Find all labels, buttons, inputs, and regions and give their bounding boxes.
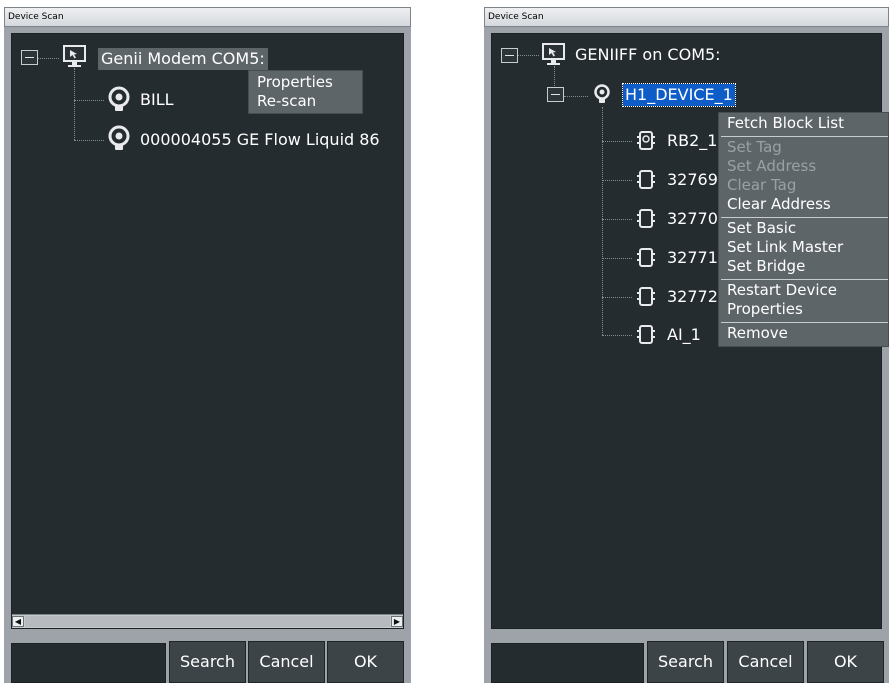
action-bar: Search Cancel OK bbox=[491, 635, 884, 683]
device-bulb-icon bbox=[594, 84, 610, 103]
tree-line bbox=[602, 335, 632, 336]
tree-item-block[interactable]: 32769 bbox=[667, 169, 718, 191]
tree-line bbox=[602, 297, 632, 298]
tree-item-selected-device[interactable]: H1_DEVICE_1 bbox=[622, 83, 736, 107]
menu-item-fetch-block-list[interactable]: Fetch Block List bbox=[719, 114, 888, 133]
menu-item-set-tag: Set Tag bbox=[727, 138, 782, 156]
collapse-toggle[interactable] bbox=[21, 50, 38, 65]
block-icon bbox=[637, 170, 655, 189]
menu-item-properties[interactable]: Properties bbox=[719, 300, 888, 319]
menu-item-properties[interactable]: Properties bbox=[249, 73, 362, 92]
context-menu: Fetch Block List Set Tag Set Address Cle… bbox=[718, 112, 889, 347]
tree-item-block[interactable]: RB2_1 bbox=[667, 130, 717, 152]
tree-line bbox=[602, 258, 632, 259]
cancel-button[interactable]: Cancel bbox=[248, 641, 325, 683]
tree-line bbox=[74, 140, 104, 141]
menu-item-remove[interactable]: Remove bbox=[719, 324, 888, 343]
block-icon bbox=[637, 131, 655, 150]
tree-line bbox=[602, 180, 632, 181]
block-icon bbox=[637, 325, 655, 344]
menu-item-set-link-master[interactable]: Set Link Master bbox=[719, 238, 888, 257]
device-bulb-icon bbox=[108, 86, 130, 111]
device-scan-window-right: Device Scan GENIIFF on COM5: H1_DEVICE_1 bbox=[484, 7, 889, 683]
tree-line bbox=[517, 55, 539, 56]
search-input[interactable] bbox=[491, 643, 644, 683]
tree-line bbox=[602, 219, 632, 220]
menu-item-set-address: Set Address bbox=[727, 157, 817, 175]
search-button[interactable]: Search bbox=[169, 641, 246, 683]
menu-item-set-bridge[interactable]: Set Bridge bbox=[719, 257, 888, 276]
menu-separator bbox=[721, 217, 888, 218]
monitor-icon bbox=[63, 45, 86, 67]
tree-line bbox=[74, 68, 75, 140]
tree-item-block[interactable]: AI_1 bbox=[667, 324, 701, 346]
window-title: Device Scan bbox=[4, 7, 411, 27]
window-title: Device Scan bbox=[484, 7, 889, 27]
tree-item-device[interactable]: BILL bbox=[140, 89, 174, 111]
search-button[interactable]: Search bbox=[647, 641, 724, 683]
device-bulb-icon bbox=[108, 125, 130, 150]
tree-root-label[interactable]: Genii Modem COM5: bbox=[98, 48, 268, 70]
tree-line bbox=[602, 141, 632, 142]
tree-item-block[interactable]: 32772 bbox=[667, 286, 718, 308]
menu-separator bbox=[721, 279, 888, 280]
context-menu: Properties Re-scan bbox=[248, 70, 363, 114]
scroll-left-icon[interactable]: ◀ bbox=[12, 616, 24, 627]
block-icon bbox=[637, 209, 655, 228]
ok-button[interactable]: OK bbox=[807, 641, 884, 683]
menu-item-restart-device[interactable]: Restart Device bbox=[719, 281, 888, 300]
scroll-right-icon[interactable]: ▶ bbox=[391, 616, 403, 627]
action-bar: Search Cancel OK bbox=[11, 635, 404, 683]
menu-item-set-basic[interactable]: Set Basic bbox=[719, 219, 888, 238]
collapse-toggle[interactable] bbox=[547, 87, 564, 102]
search-input[interactable] bbox=[11, 643, 166, 683]
device-scan-window-left: Device Scan Genii Modem COM5: BILL 00000… bbox=[4, 7, 411, 683]
tree-item-block[interactable]: 32771 bbox=[667, 247, 718, 269]
menu-item-rescan[interactable]: Re-scan bbox=[249, 92, 362, 111]
ok-button[interactable]: OK bbox=[327, 641, 404, 683]
menu-item-clear-address[interactable]: Clear Address bbox=[719, 195, 888, 214]
menu-separator bbox=[721, 322, 888, 323]
menu-item-clear-tag: Clear Tag bbox=[727, 176, 797, 194]
tree-root-label[interactable]: GENIIFF on COM5: bbox=[575, 44, 721, 66]
block-icon bbox=[637, 248, 655, 267]
horizontal-scrollbar[interactable]: ◀ ▶ bbox=[12, 614, 403, 628]
menu-separator bbox=[721, 136, 888, 137]
monitor-icon bbox=[542, 43, 565, 65]
tree-item-device[interactable]: 000004055 GE Flow Liquid 86 bbox=[140, 129, 380, 151]
tree-line bbox=[74, 100, 104, 101]
tree-item-block[interactable]: 32770 bbox=[667, 208, 718, 230]
cancel-button[interactable]: Cancel bbox=[727, 641, 804, 683]
tree-line bbox=[564, 96, 588, 97]
block-icon bbox=[637, 287, 655, 306]
tree-line bbox=[37, 58, 59, 59]
scrollbar-thumb[interactable] bbox=[25, 616, 390, 627]
collapse-toggle[interactable] bbox=[501, 48, 518, 63]
device-tree: Genii Modem COM5: BILL 000004055 GE Flow… bbox=[11, 33, 404, 629]
